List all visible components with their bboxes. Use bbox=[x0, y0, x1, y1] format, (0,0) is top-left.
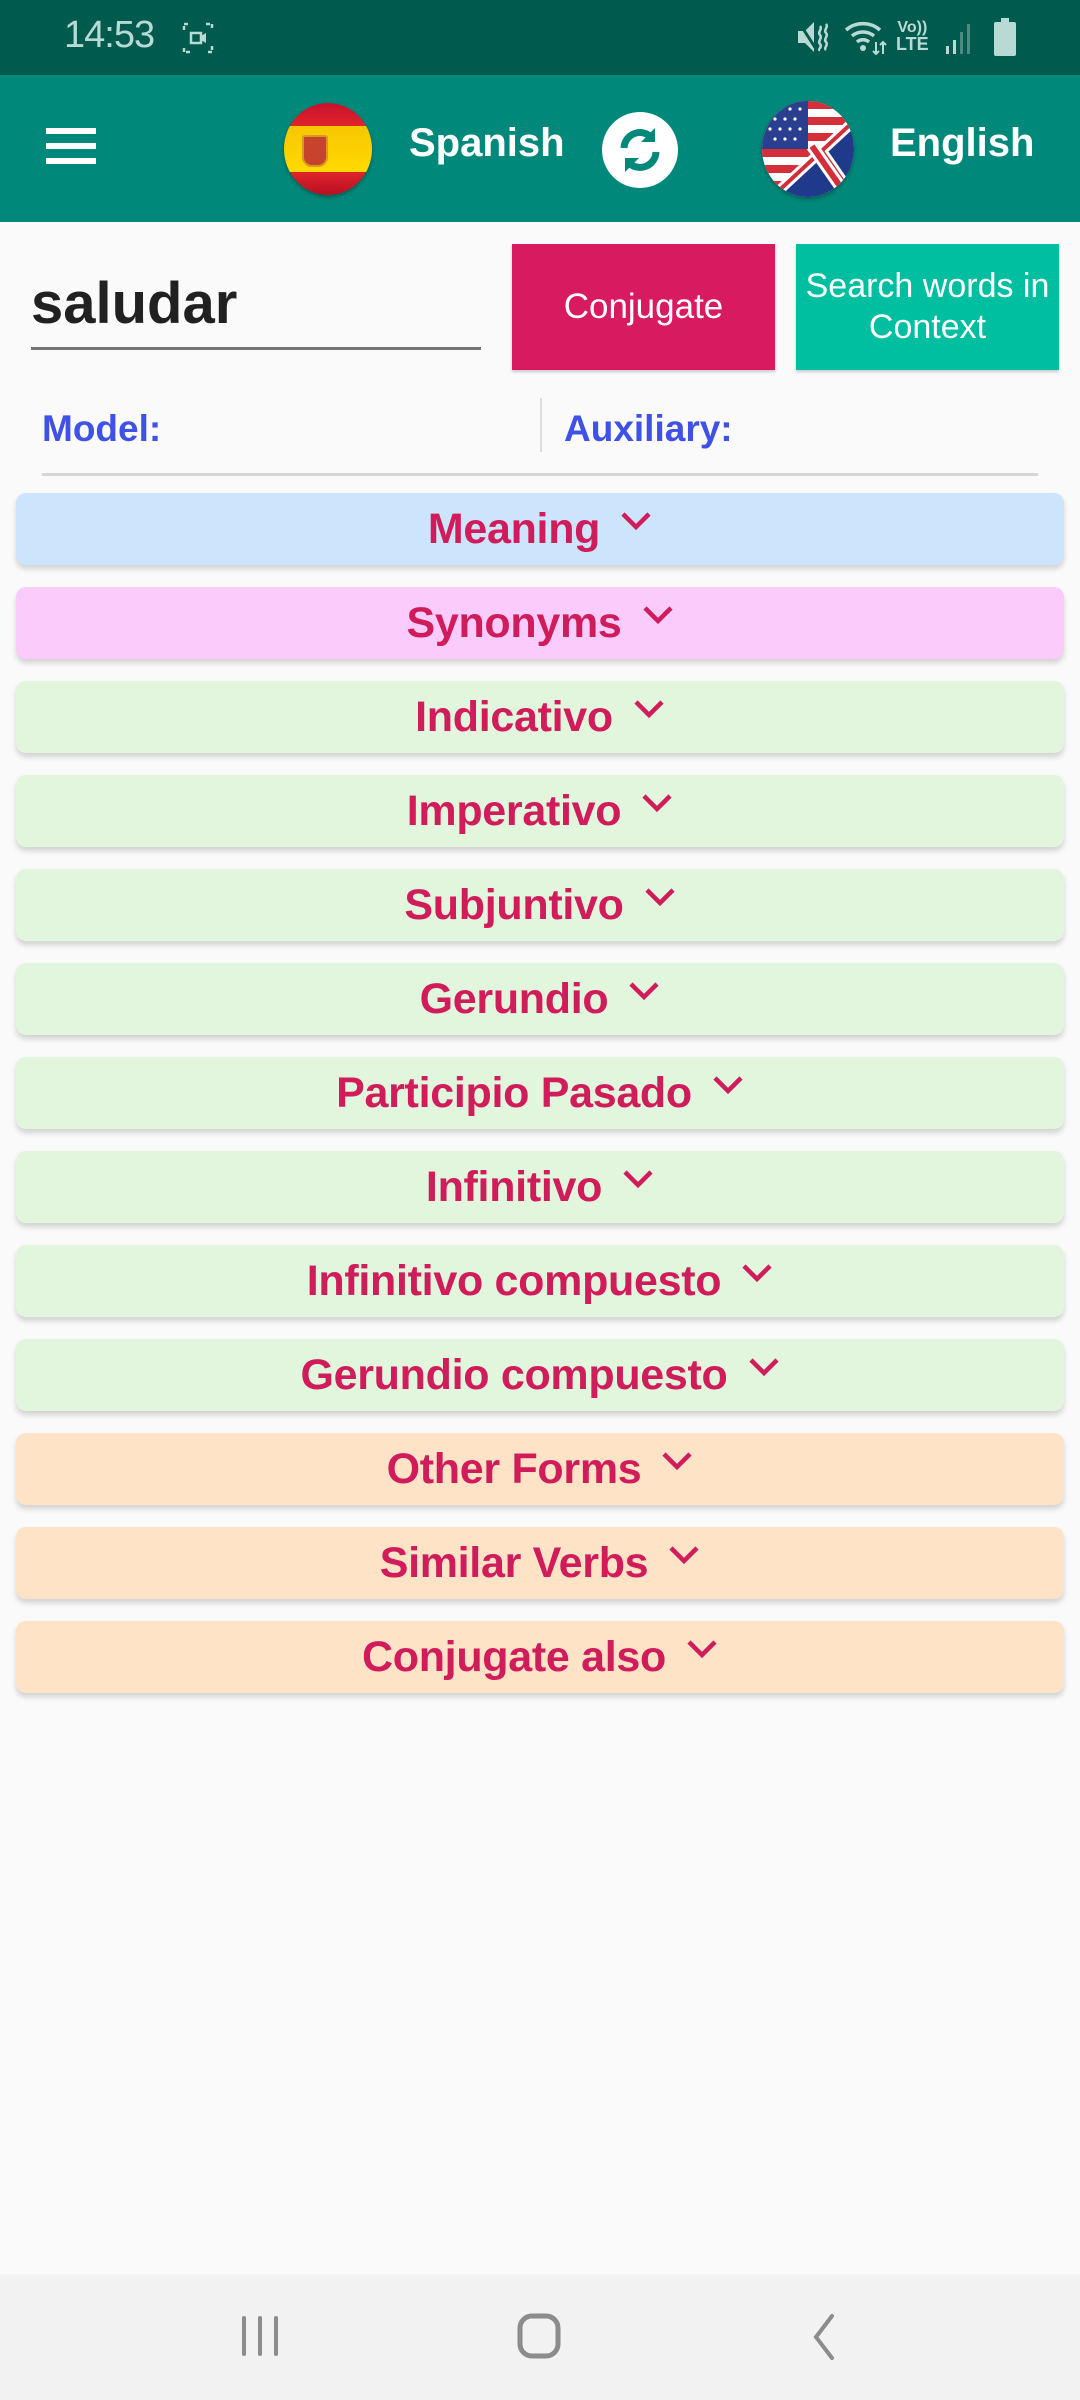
section-other-forms[interactable]: Other Forms bbox=[16, 1433, 1064, 1505]
chevron-down-icon bbox=[712, 1075, 744, 1095]
recent-apps-icon[interactable] bbox=[238, 2312, 284, 2363]
section-subjuntivo[interactable]: Subjuntivo bbox=[16, 869, 1064, 941]
section-gerundio-compuesto[interactable]: Gerundio compuesto bbox=[16, 1339, 1064, 1411]
chevron-down-icon bbox=[661, 1451, 693, 1471]
section-synonyms[interactable]: Synonyms bbox=[16, 587, 1064, 659]
chevron-down-icon bbox=[620, 511, 652, 531]
section-label: Meaning bbox=[427, 504, 601, 553]
chevron-down-icon bbox=[644, 887, 676, 907]
chevron-down-icon bbox=[642, 605, 674, 625]
section-label: Participio Pasado bbox=[336, 1068, 692, 1117]
section-label: Gerundio bbox=[419, 974, 609, 1023]
wifi-icon bbox=[844, 20, 888, 61]
section-label: Indicativo bbox=[415, 692, 613, 741]
verb-input-wrapper bbox=[31, 260, 481, 354]
section-label: Imperativo bbox=[406, 786, 622, 835]
spanish-flag-icon[interactable] bbox=[284, 103, 372, 195]
lte-label: LTE bbox=[896, 34, 929, 54]
chevron-down-icon bbox=[641, 793, 673, 813]
toolbar: Spanish English bbox=[0, 75, 1080, 222]
section-participio-pasado[interactable]: Participio Pasado bbox=[16, 1057, 1064, 1129]
section-label: Similar Verbs bbox=[379, 1538, 649, 1587]
chevron-down-icon bbox=[628, 981, 660, 1001]
section-indicativo[interactable]: Indicativo bbox=[16, 681, 1064, 753]
verb-input[interactable] bbox=[31, 260, 481, 350]
section-meaning[interactable]: Meaning bbox=[16, 493, 1064, 565]
auxiliary-label: Auxiliary: bbox=[564, 408, 733, 449]
section-label: Other Forms bbox=[386, 1444, 642, 1493]
section-infinitivo-compuesto[interactable]: Infinitivo compuesto bbox=[16, 1245, 1064, 1317]
source-language-label[interactable]: Spanish bbox=[409, 121, 565, 166]
section-label: Infinitivo compuesto bbox=[306, 1256, 722, 1305]
section-gerundio[interactable]: Gerundio bbox=[16, 963, 1064, 1035]
mute-icon bbox=[796, 20, 832, 59]
target-language-label[interactable]: English bbox=[890, 121, 1034, 166]
chevron-down-icon bbox=[686, 1639, 718, 1659]
section-label: Subjuntivo bbox=[404, 880, 624, 929]
chevron-down-icon bbox=[748, 1357, 780, 1377]
search-in-context-button[interactable]: Search words in Context bbox=[796, 244, 1059, 370]
chevron-down-icon bbox=[741, 1263, 773, 1283]
hamburger-menu-icon[interactable] bbox=[46, 128, 96, 164]
section-imperativo[interactable]: Imperativo bbox=[16, 775, 1064, 847]
status-bar: 14:53 Vo)) LTE bbox=[0, 0, 1080, 75]
home-icon[interactable] bbox=[516, 2312, 562, 2367]
system-navigation-bar bbox=[0, 2274, 1080, 2400]
section-similar-verbs[interactable]: Similar Verbs bbox=[16, 1527, 1064, 1599]
section-label: Conjugate also bbox=[361, 1632, 666, 1681]
chevron-down-icon bbox=[622, 1169, 654, 1189]
chevron-down-icon bbox=[668, 1545, 700, 1565]
screen-record-icon bbox=[182, 22, 214, 59]
section-label: Gerundio compuesto bbox=[300, 1350, 728, 1399]
section-label: Infinitivo bbox=[425, 1162, 603, 1211]
status-time: 14:53 bbox=[64, 14, 155, 56]
volte-lte-icon: Vo)) LTE bbox=[896, 20, 929, 54]
section-infinitivo[interactable]: Infinitivo bbox=[16, 1151, 1064, 1223]
english-flag-icon[interactable] bbox=[762, 101, 854, 197]
verb-info-row: Model: Auxiliary: bbox=[42, 396, 1038, 476]
swap-languages-icon[interactable] bbox=[602, 112, 678, 188]
chevron-down-icon bbox=[633, 699, 665, 719]
signal-icon bbox=[944, 22, 974, 59]
back-icon[interactable] bbox=[806, 2312, 840, 2367]
model-label: Model: bbox=[42, 408, 162, 449]
info-divider bbox=[540, 398, 542, 452]
section-conjugate-also[interactable]: Conjugate also bbox=[16, 1621, 1064, 1693]
battery-icon bbox=[994, 18, 1016, 61]
conjugate-button[interactable]: Conjugate bbox=[512, 244, 775, 370]
section-label: Synonyms bbox=[406, 598, 622, 647]
